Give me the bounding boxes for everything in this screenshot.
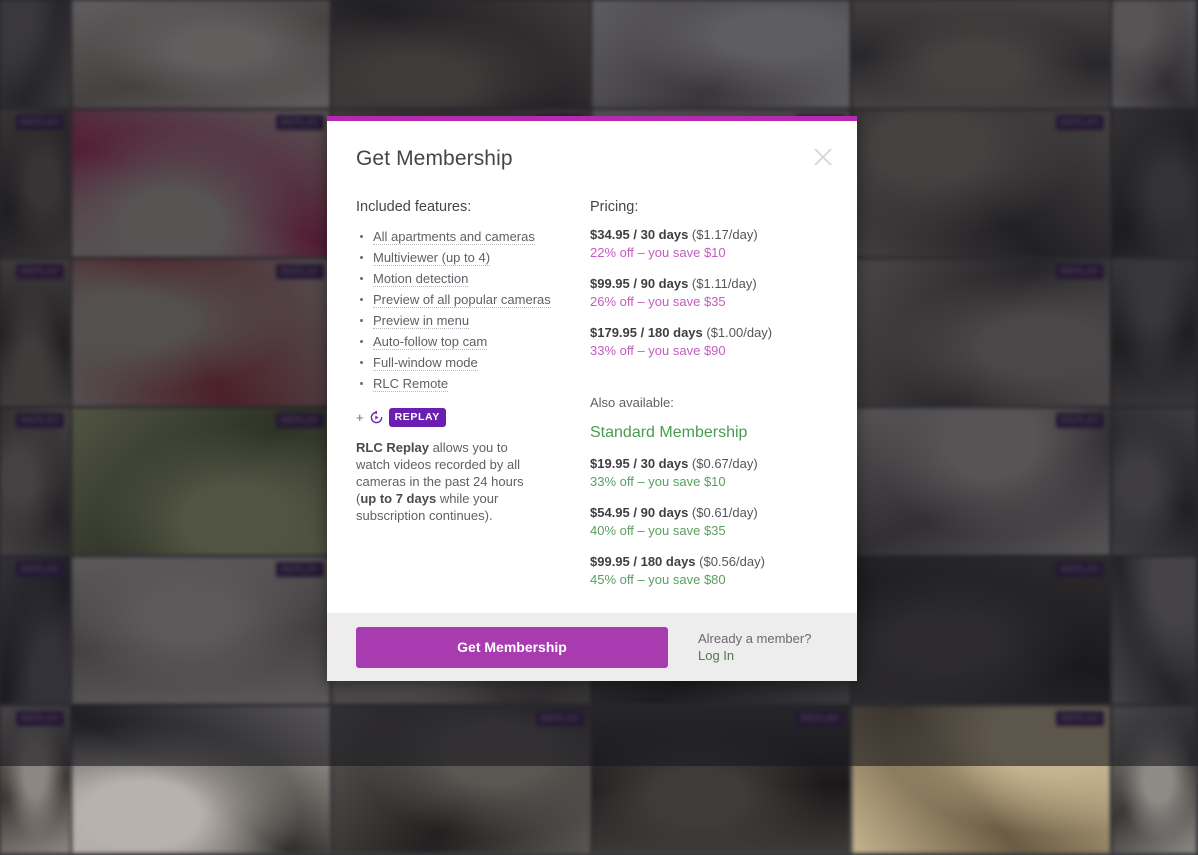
pricing-heading: Pricing: xyxy=(590,199,828,215)
member-login-block: Already a member? Log In xyxy=(698,630,811,664)
pricing-plan: $54.95 / 90 days ($0.61/day)40% off – yo… xyxy=(590,504,828,540)
pricing-plan: $19.95 / 30 days ($0.67/day)33% off – yo… xyxy=(590,455,828,491)
plan-price-line: $179.95 / 180 days ($1.00/day) xyxy=(590,324,828,342)
feature-item: All apartments and cameras xyxy=(356,226,590,247)
premium-plan-list: $34.95 / 30 days ($1.17/day)22% off – yo… xyxy=(590,226,828,360)
login-link[interactable]: Log In xyxy=(698,647,811,664)
feature-item: Multiviewer (up to 4) xyxy=(356,247,590,268)
replay-description: RLC Replay allows you to watch videos re… xyxy=(356,439,542,524)
modal-columns: Included features: All apartments and ca… xyxy=(356,199,828,602)
plan-price: $99.95 / 90 days xyxy=(590,276,688,291)
plan-price: $99.95 / 180 days xyxy=(590,554,696,569)
feature-item-label: Full-window mode xyxy=(373,355,478,371)
plan-price-line: $54.95 / 90 days ($0.61/day) xyxy=(590,504,828,522)
standard-plan-list: $19.95 / 30 days ($0.67/day)33% off – yo… xyxy=(590,455,828,589)
plan-price: $34.95 / 30 days xyxy=(590,227,688,242)
feature-item-label: Motion detection xyxy=(373,271,468,287)
feature-item: Motion detection xyxy=(356,268,590,289)
plus-sign: + xyxy=(356,410,364,425)
feature-item-label: Preview of all popular cameras xyxy=(373,292,551,308)
plan-per-day: ($1.17/day) xyxy=(688,227,757,242)
plan-discount: 40% off – you save $35 xyxy=(590,522,828,540)
feature-item-label: Multiviewer (up to 4) xyxy=(373,250,490,266)
modal-body: Get Membership Included features: All ap… xyxy=(327,121,857,613)
feature-item-label: RLC Remote xyxy=(373,376,448,392)
feature-item-label: Preview in menu xyxy=(373,313,469,329)
replay-badge: REPLAY xyxy=(389,408,446,427)
plan-discount: 22% off – you save $10 xyxy=(590,244,828,262)
plan-discount: 33% off – you save $90 xyxy=(590,342,828,360)
plan-price: $54.95 / 90 days xyxy=(590,505,688,520)
plan-price-line: $19.95 / 30 days ($0.67/day) xyxy=(590,455,828,473)
plan-per-day: ($1.11/day) xyxy=(688,276,756,291)
plan-per-day: ($0.61/day) xyxy=(688,505,757,520)
features-column: Included features: All apartments and ca… xyxy=(356,199,590,602)
plan-per-day: ($0.67/day) xyxy=(688,456,757,471)
plan-price: $179.95 / 180 days xyxy=(590,325,703,340)
pricing-plan: $99.95 / 180 days ($0.56/day)45% off – y… xyxy=(590,553,828,589)
replay-desc-bold-1: RLC Replay xyxy=(356,440,429,455)
plan-price-line: $34.95 / 30 days ($1.17/day) xyxy=(590,226,828,244)
feature-item: Preview in menu xyxy=(356,310,590,331)
already-member-label: Already a member? xyxy=(698,630,811,647)
plan-per-day: ($1.00/day) xyxy=(703,325,772,340)
pricing-column: Pricing: $34.95 / 30 days ($1.17/day)22%… xyxy=(590,199,828,602)
modal-footer: Get Membership Already a member? Log In xyxy=(327,613,857,681)
plan-discount: 33% off – you save $10 xyxy=(590,473,828,491)
also-available-label: Also available: xyxy=(590,395,828,410)
feature-item-label: All apartments and cameras xyxy=(373,229,535,245)
plan-price-line: $99.95 / 180 days ($0.56/day) xyxy=(590,553,828,571)
plan-price-line: $99.95 / 90 days ($1.11/day) xyxy=(590,275,828,293)
feature-item-label: Auto-follow top cam xyxy=(373,334,487,350)
feature-item: Preview of all popular cameras xyxy=(356,289,590,310)
features-heading: Included features: xyxy=(356,199,590,215)
replay-desc-bold-2: up to 7 days xyxy=(360,491,436,506)
plan-price: $19.95 / 30 days xyxy=(590,456,688,471)
get-membership-button[interactable]: Get Membership xyxy=(356,627,668,668)
feature-item: Full-window mode xyxy=(356,352,590,373)
feature-item: RLC Remote xyxy=(356,373,590,394)
plan-discount: 45% off – you save $80 xyxy=(590,571,828,589)
standard-membership-title: Standard Membership xyxy=(590,424,828,442)
feature-item: Auto-follow top cam xyxy=(356,331,590,352)
pricing-plan: $99.95 / 90 days ($1.11/day)26% off – yo… xyxy=(590,275,828,311)
replay-circular-arrow-icon xyxy=(369,410,384,425)
pricing-plan: $179.95 / 180 days ($1.00/day)33% off – … xyxy=(590,324,828,360)
plan-per-day: ($0.56/day) xyxy=(696,554,765,569)
get-membership-modal: Get Membership Included features: All ap… xyxy=(327,116,857,681)
close-icon[interactable] xyxy=(811,145,835,169)
pricing-plan: $34.95 / 30 days ($1.17/day)22% off – yo… xyxy=(590,226,828,262)
page-title: Get Membership xyxy=(356,147,828,171)
plan-discount: 26% off – you save $35 xyxy=(590,293,828,311)
replay-feature-line: + REPLAY xyxy=(356,408,590,427)
feature-list: All apartments and cameras Multiviewer (u… xyxy=(356,226,590,394)
